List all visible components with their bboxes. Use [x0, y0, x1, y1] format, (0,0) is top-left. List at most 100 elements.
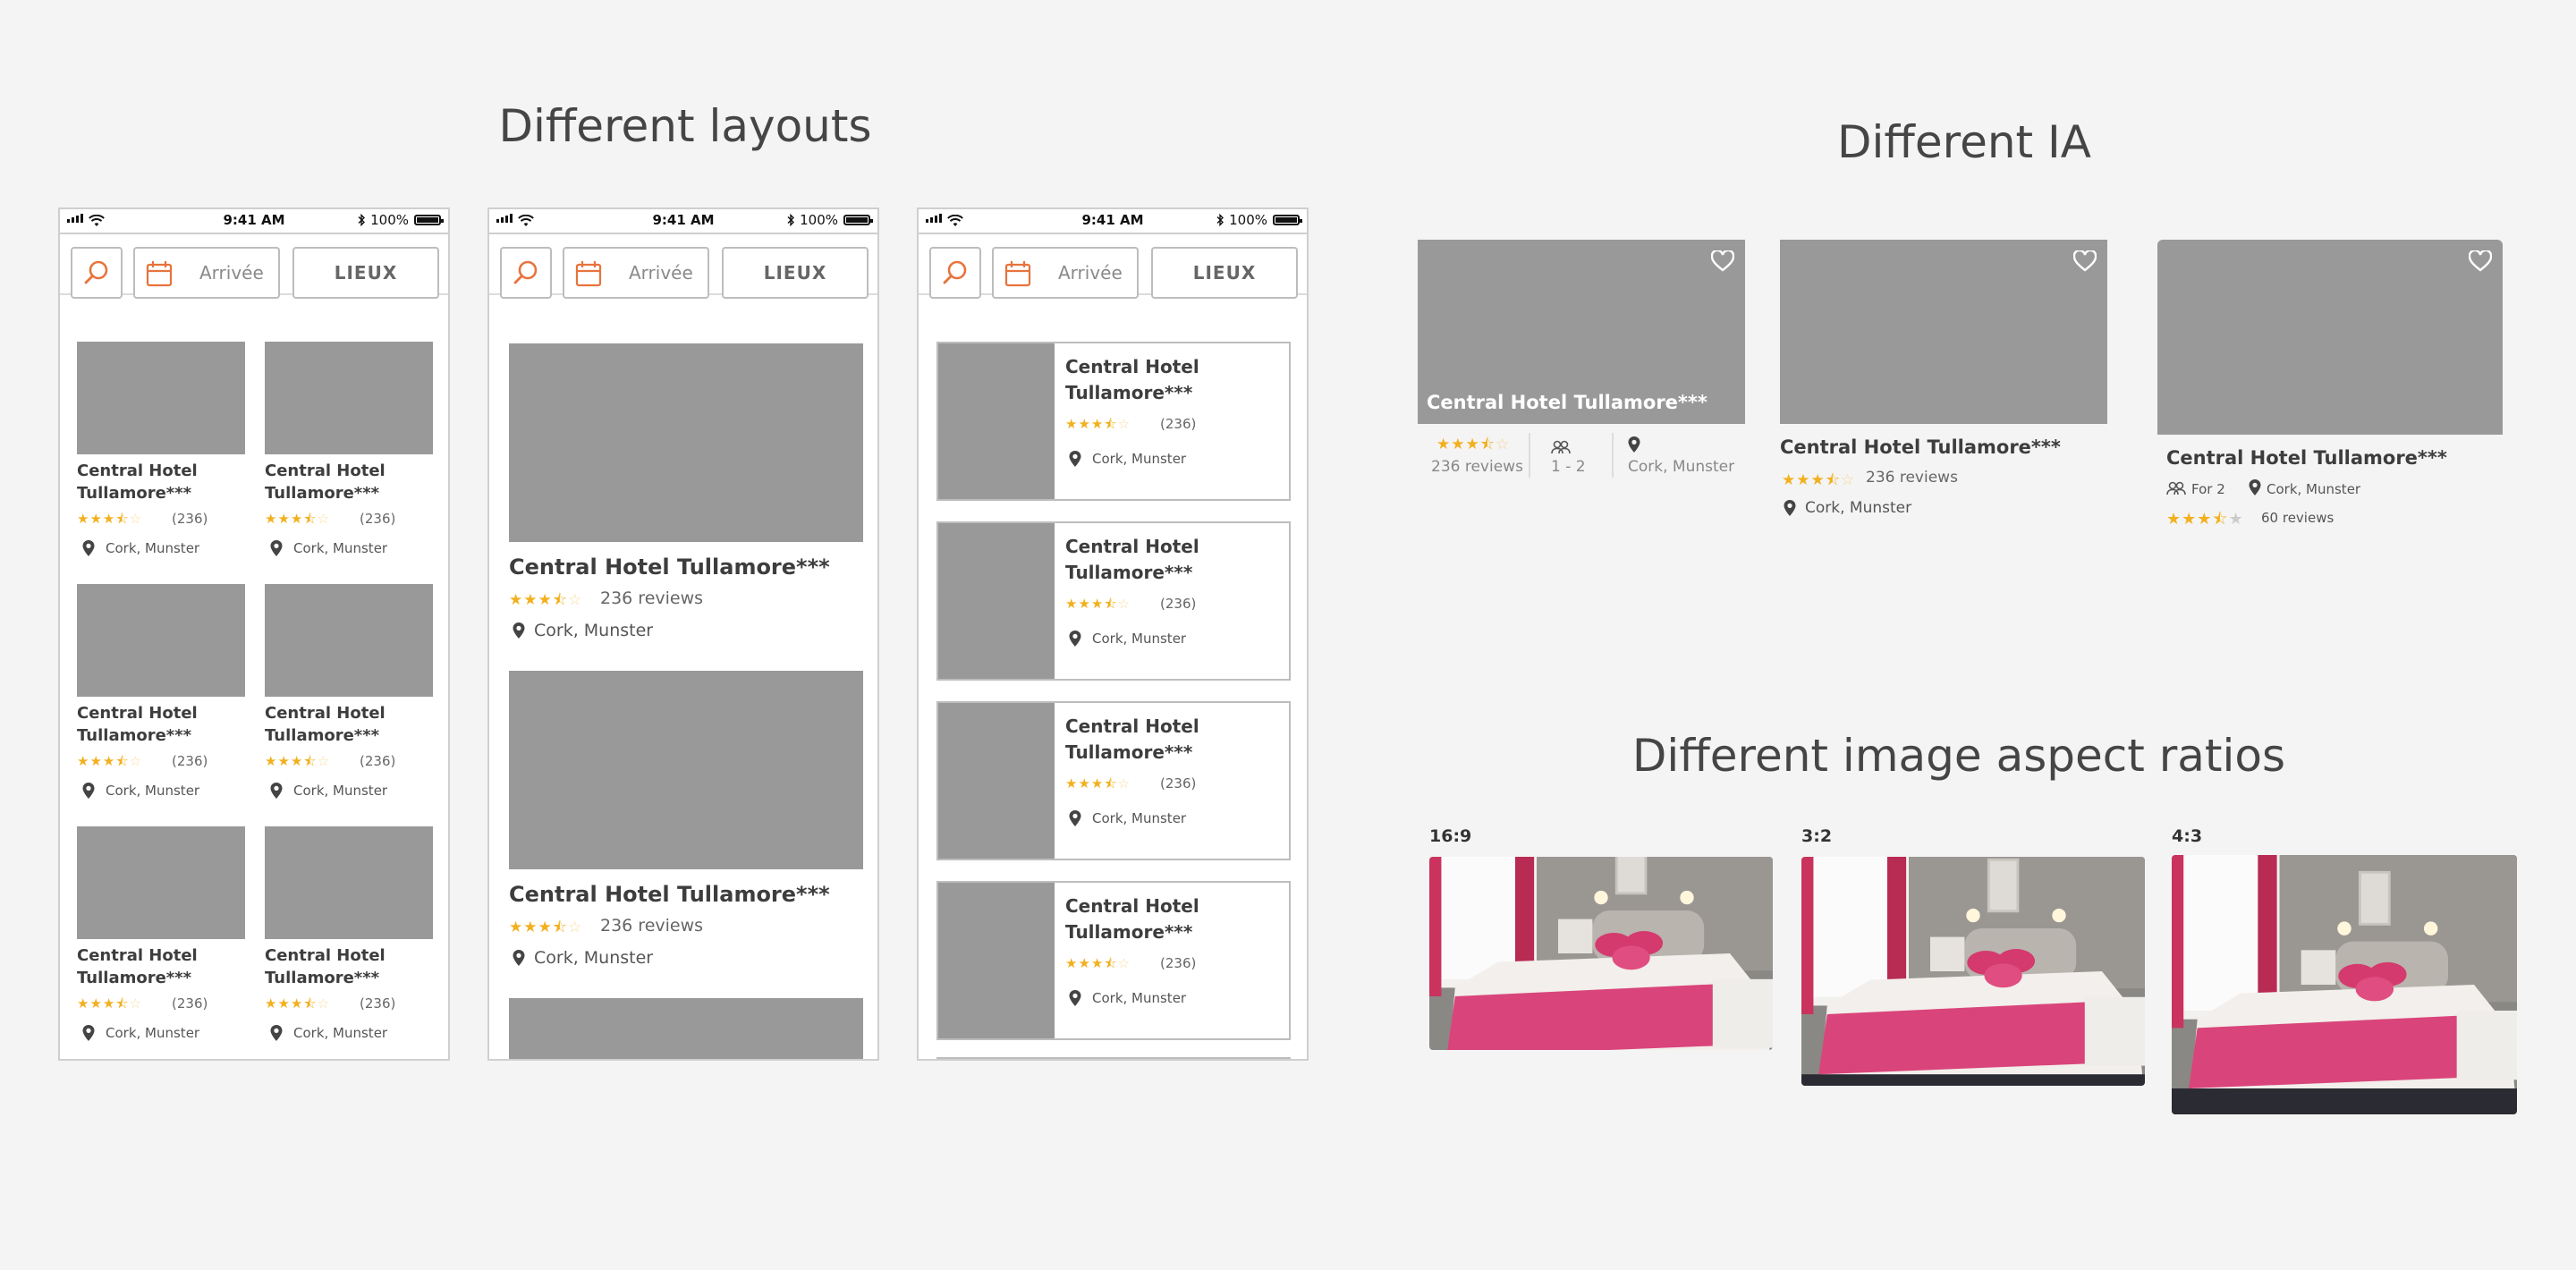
- hotel-name-line2: Tullamore***: [1065, 562, 1193, 583]
- status-bar: 9:41 AM 100%: [489, 209, 877, 234]
- date-field[interactable]: Arrivée: [563, 247, 709, 299]
- ia-card-image-overlay[interactable]: Central Hotel Tullamore***: [1418, 240, 1745, 424]
- hotel-name[interactable]: Central Hotel Tullamore***: [77, 702, 198, 747]
- hotel-card[interactable]: Central Hotel Tullamore*** ★★★⯪☆ (236) Co…: [936, 881, 1291, 1040]
- hotel-name[interactable]: Central Hotel Tullamore***: [509, 882, 830, 907]
- search-button[interactable]: [929, 247, 981, 299]
- status-bar: 9:41 AM 100%: [60, 209, 448, 234]
- search-icon: [82, 258, 111, 287]
- ia-card-image[interactable]: [2157, 240, 2503, 435]
- heading-ia: Different IA: [1837, 116, 2091, 168]
- hotel-location: Cork, Munster: [513, 948, 653, 968]
- location-text: Cork, Munster: [1805, 499, 1912, 517]
- heart-icon[interactable]: [2469, 250, 2492, 272]
- hotel-card[interactable]: Central Hotel Tullamore*** ★★★⯪☆ (236) Co…: [936, 701, 1291, 860]
- star-rating: ★★★⯪☆: [77, 511, 143, 527]
- ratio-label-16-9: 16:9: [1429, 826, 1472, 846]
- hotel-name[interactable]: Central Hotel Tullamore***: [509, 555, 830, 580]
- star-rating: ★★★⯪☆: [265, 511, 331, 527]
- review-count: 236 reviews: [1866, 469, 1958, 487]
- hotel-image-placeholder[interactable]: [265, 826, 433, 939]
- places-button[interactable]: LIEUX: [1151, 247, 1298, 299]
- star-rating: ★★★⯪★: [2166, 510, 2244, 529]
- star-rating: ★★★⯪☆: [1065, 416, 1131, 432]
- hotel-name[interactable]: Central Hotel Tullamore***: [1427, 392, 1707, 413]
- guest-count: 1 - 2: [1551, 458, 1586, 476]
- heart-icon[interactable]: [2073, 250, 2097, 272]
- star-rating: ★★★⯪☆: [1782, 471, 1856, 489]
- places-button[interactable]: LIEUX: [292, 247, 439, 299]
- hotel-location: Cork, Munster: [1069, 990, 1186, 1006]
- star-rating: ★★★⯪☆: [1065, 775, 1131, 792]
- guests-icon: [1551, 440, 1571, 454]
- hotel-name[interactable]: Central Hotel Tullamore***: [265, 944, 386, 989]
- calendar-icon: [146, 260, 173, 287]
- hotel-photo-16-9[interactable]: [1429, 857, 1773, 1050]
- hotel-image-placeholder: [938, 703, 1055, 859]
- hotel-card[interactable]: Central Hotel Tullamore*** ★★★⯪☆ (236) Co…: [936, 521, 1291, 681]
- hotel-name[interactable]: Central Hotel Tullamore***: [2166, 447, 2447, 469]
- review-count: (236): [172, 753, 208, 769]
- location-text: Cork, Munster: [106, 540, 200, 556]
- date-field[interactable]: Arrivée: [133, 247, 280, 299]
- review-count: (236): [1160, 775, 1197, 792]
- hotel-name[interactable]: Central Hotel Tullamore***: [265, 460, 386, 504]
- location-pin-icon: [2249, 479, 2261, 495]
- hotel-image-placeholder[interactable]: [265, 584, 433, 697]
- hotel-image-placeholder[interactable]: [77, 342, 245, 454]
- hotel-room-image: [1429, 857, 1773, 1050]
- hotel-card-partial: [936, 1057, 1291, 1063]
- location-text: Cork, Munster: [106, 1025, 200, 1041]
- location-pin-icon: [513, 622, 525, 639]
- hotel-location: Cork, Munster: [1069, 631, 1186, 647]
- bluetooth-icon: [1216, 214, 1224, 226]
- location-text: Cork, Munster: [106, 783, 200, 799]
- hotel-image-placeholder[interactable]: [77, 584, 245, 697]
- location-text: Cork, Munster: [534, 948, 654, 968]
- search-button[interactable]: [500, 247, 552, 299]
- hotel-name-line2: Tullamore***: [77, 726, 192, 745]
- guest-count: For 2: [2191, 481, 2225, 497]
- date-field[interactable]: Arrivée: [992, 247, 1139, 299]
- search-button[interactable]: [71, 247, 123, 299]
- location-text: Cork, Munster: [1092, 631, 1187, 647]
- hotel-card[interactable]: Central Hotel Tullamore*** ★★★⯪☆ (236) Co…: [936, 342, 1291, 501]
- review-count: (236): [360, 511, 396, 527]
- hotel-name-line2: Tullamore***: [1065, 382, 1193, 403]
- hotel-image-placeholder[interactable]: [509, 671, 863, 869]
- location-pin-icon: [1069, 631, 1081, 647]
- ratio-label-3-2: 3:2: [1801, 826, 1833, 846]
- hotel-name-line1: Central Hotel: [77, 461, 198, 480]
- location-pin-icon: [513, 950, 525, 966]
- hotel-name[interactable]: Central Hotel Tullamore***: [1780, 436, 2061, 458]
- hotel-name-line1: Central Hotel: [77, 946, 198, 965]
- search-bar: Arrivée LIEUX: [60, 234, 448, 299]
- hotel-photo-3-2[interactable]: [1801, 857, 2145, 1086]
- hotel-image-placeholder[interactable]: [509, 998, 863, 1059]
- hotel-photo-4-3[interactable]: [2172, 855, 2517, 1114]
- hotel-image-placeholder[interactable]: [509, 343, 863, 542]
- star-rating: ★★★⯪☆: [1436, 436, 1511, 453]
- star-rating: ★★★⯪☆: [265, 995, 331, 1012]
- location-pin-icon: [82, 1025, 95, 1041]
- hotel-name-line1: Central Hotel: [1065, 895, 1199, 917]
- hotel-name[interactable]: Central Hotel Tullamore***: [265, 702, 386, 747]
- hotel-image-placeholder[interactable]: [265, 342, 433, 454]
- hotel-name-line2: Tullamore***: [265, 726, 380, 745]
- heart-icon[interactable]: [1711, 250, 1734, 272]
- search-icon: [941, 258, 970, 287]
- hotel-image-placeholder: [938, 883, 1055, 1038]
- ia-card-image[interactable]: [1780, 240, 2107, 424]
- hotel-location: Cork, Munster: [82, 783, 199, 799]
- date-placeholder: Arrivée: [1058, 262, 1123, 284]
- hotel-name[interactable]: Central Hotel Tullamore***: [77, 460, 198, 504]
- hotel-location: Cork, Munster: [270, 1025, 387, 1041]
- status-bar: 9:41 AM 100%: [919, 209, 1307, 234]
- hotel-image-placeholder: [938, 343, 1055, 499]
- heading-ratios: Different image aspect ratios: [1631, 730, 2286, 782]
- hotel-name-line2: Tullamore***: [265, 484, 380, 503]
- hotel-image-placeholder[interactable]: [77, 826, 245, 939]
- heading-layouts: Different layouts: [498, 100, 872, 152]
- hotel-name[interactable]: Central Hotel Tullamore***: [77, 944, 198, 989]
- places-button[interactable]: LIEUX: [722, 247, 869, 299]
